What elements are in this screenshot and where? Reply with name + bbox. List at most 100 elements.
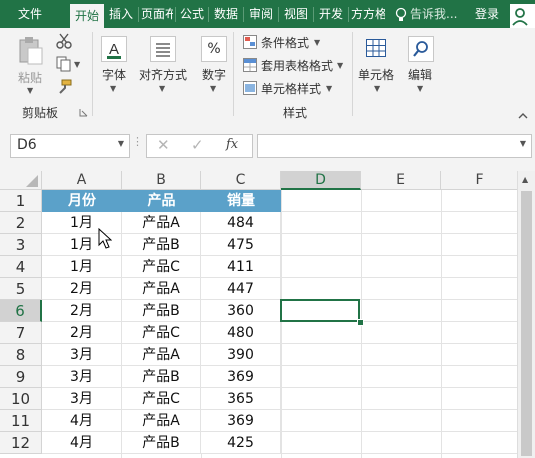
table-cell[interactable]: 产品C — [122, 388, 201, 410]
editing-dropdown-caret[interactable]: ▼ — [417, 84, 423, 93]
table-cell[interactable]: 475 — [201, 234, 281, 256]
row-header[interactable]: 2 — [0, 212, 42, 234]
tab-file[interactable]: 文件 — [8, 0, 52, 28]
table-cell[interactable]: 产品A — [122, 212, 201, 234]
dialog-launcher-icon[interactable] — [79, 106, 88, 117]
fill-handle[interactable] — [357, 319, 364, 326]
table-cell[interactable]: 2月 — [42, 278, 122, 300]
row-header[interactable]: 9 — [0, 366, 42, 388]
column-header-a[interactable]: A — [42, 171, 122, 190]
table-cell[interactable]: 4月 — [42, 410, 122, 432]
cut-icon[interactable] — [56, 33, 72, 49]
tab-fangfang[interactable]: 方方格 — [351, 0, 385, 28]
formula-input[interactable]: ▼ — [257, 134, 532, 158]
font-dropdown-caret[interactable]: ▼ — [110, 84, 116, 93]
name-box[interactable]: D6 ▼ — [10, 134, 130, 158]
cells-icon[interactable] — [364, 36, 388, 60]
tab-formulas[interactable]: 公式 — [178, 0, 206, 28]
table-cell[interactable]: 2月 — [42, 322, 122, 344]
table-cell[interactable]: 480 — [201, 322, 281, 344]
tab-page-layout[interactable]: 页面布 — [141, 0, 173, 28]
table-cell[interactable]: 3月 — [42, 344, 122, 366]
table-cell[interactable]: 产品C — [122, 256, 201, 278]
column-header-f[interactable]: F — [441, 171, 519, 190]
table-cell[interactable]: 2月 — [42, 300, 122, 322]
row-header[interactable]: 8 — [0, 344, 42, 366]
table-cell[interactable]: 产品B — [122, 366, 201, 388]
column-header-d[interactable]: D — [281, 171, 361, 190]
paste-dropdown-caret[interactable]: ▼ — [27, 86, 33, 95]
cells-dropdown-caret[interactable]: ▼ — [374, 84, 380, 93]
table-format-button[interactable]: 套用表格格式 — [261, 57, 333, 74]
cancel-icon[interactable]: ✕ — [157, 136, 170, 154]
tell-me-search[interactable]: 告诉我... — [410, 0, 466, 28]
confirm-icon[interactable]: ✓ — [191, 136, 204, 154]
conditional-format-icon[interactable] — [243, 35, 257, 49]
tab-home[interactable]: 开始 — [70, 4, 104, 28]
table-cell[interactable]: 484 — [201, 212, 281, 234]
table-cell[interactable]: 360 — [201, 300, 281, 322]
formula-expand-caret[interactable]: ▼ — [520, 139, 526, 148]
align-icon[interactable] — [150, 36, 176, 62]
tab-developer[interactable]: 开发 — [316, 0, 346, 28]
table-cell[interactable]: 369 — [201, 410, 281, 432]
active-cell-d6[interactable] — [280, 299, 360, 322]
table-cell[interactable]: 产品A — [122, 278, 201, 300]
row-header[interactable]: 4 — [0, 256, 42, 278]
table-cell[interactable]: 3月 — [42, 366, 122, 388]
vertical-scrollbar[interactable]: ▲ — [517, 171, 535, 458]
table-format-icon[interactable] — [243, 58, 257, 72]
table-cell[interactable]: 产品B — [122, 432, 201, 454]
conditional-format-caret[interactable]: ▼ — [314, 38, 320, 47]
table-cell[interactable]: 产品B — [122, 300, 201, 322]
tab-insert[interactable]: 插入 — [106, 0, 136, 28]
table-cell[interactable]: 447 — [201, 278, 281, 300]
table-cell[interactable]: 产品C — [122, 322, 201, 344]
collapse-ribbon-icon[interactable] — [517, 110, 529, 120]
table-cell[interactable]: 369 — [201, 366, 281, 388]
table-cell[interactable]: 365 — [201, 388, 281, 410]
percent-icon[interactable]: % — [201, 36, 227, 62]
number-label[interactable]: 数字 — [202, 66, 226, 83]
search-icon[interactable] — [408, 36, 434, 62]
font-icon[interactable]: A — [101, 36, 127, 62]
number-dropdown-caret[interactable]: ▼ — [210, 84, 216, 93]
table-cell[interactable]: 产品A — [122, 410, 201, 432]
paste-label[interactable]: 粘贴 — [18, 69, 42, 86]
copy-icon[interactable] — [56, 56, 72, 72]
row-header[interactable]: 10 — [0, 388, 42, 410]
row-header[interactable]: 11 — [0, 410, 42, 432]
column-header-c[interactable]: C — [201, 171, 281, 190]
table-cell[interactable]: 425 — [201, 432, 281, 454]
alignment-dropdown-caret[interactable]: ▼ — [159, 84, 165, 93]
table-cell[interactable]: 411 — [201, 256, 281, 278]
table-cell[interactable]: 产品A — [122, 344, 201, 366]
select-all-corner[interactable] — [0, 171, 42, 190]
paste-icon[interactable] — [18, 36, 44, 66]
name-box-dropdown-caret[interactable]: ▼ — [118, 139, 124, 148]
cell-style-button[interactable]: 单元格样式 — [261, 80, 321, 97]
header-cell-product[interactable]: 产品 — [122, 190, 201, 212]
table-cell[interactable]: 1月 — [42, 256, 122, 278]
login-button[interactable]: 登录 — [470, 0, 504, 28]
table-cell[interactable]: 产品B — [122, 234, 201, 256]
tab-data[interactable]: 数据 — [211, 0, 241, 28]
tab-view[interactable]: 视图 — [281, 0, 311, 28]
row-header[interactable]: 3 — [0, 234, 42, 256]
cell-style-icon[interactable] — [243, 81, 257, 95]
row-header[interactable]: 7 — [0, 322, 42, 344]
editing-label[interactable]: 编辑 — [408, 66, 432, 83]
column-header-e[interactable]: E — [361, 171, 441, 190]
scrollbar-thumb[interactable] — [521, 191, 532, 456]
row-header-selected[interactable]: 6 — [0, 300, 42, 322]
cell-style-caret[interactable]: ▼ — [326, 84, 332, 93]
conditional-format-button[interactable]: 条件格式 — [261, 34, 309, 51]
table-cell[interactable]: 4月 — [42, 432, 122, 454]
tab-review[interactable]: 审阅 — [246, 0, 276, 28]
row-header[interactable]: 1 — [0, 190, 42, 212]
row-header[interactable]: 12 — [0, 432, 42, 454]
scroll-up-icon[interactable]: ▲ — [522, 175, 528, 184]
header-cell-month[interactable]: 月份 — [42, 190, 122, 212]
header-cell-sales[interactable]: 销量 — [201, 190, 281, 212]
format-painter-icon[interactable] — [56, 79, 72, 95]
